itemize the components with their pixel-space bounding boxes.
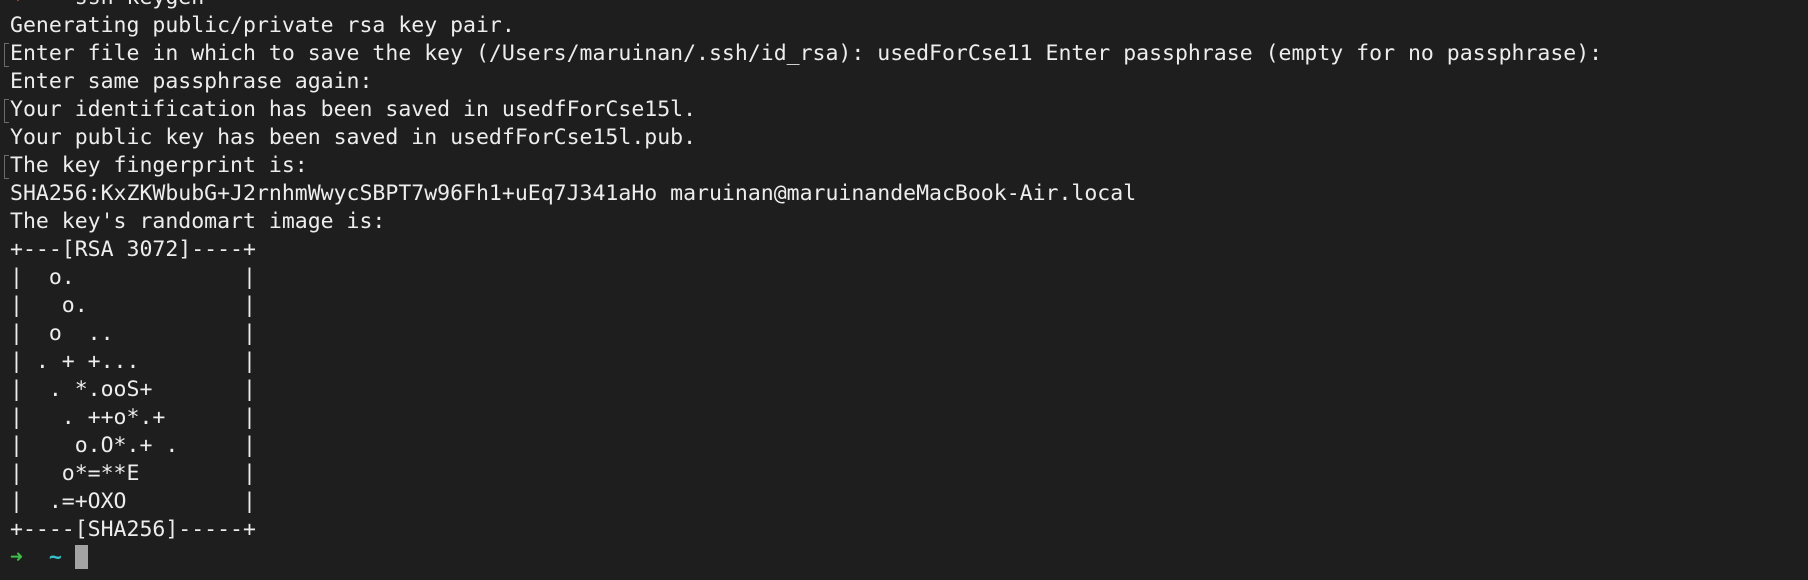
output-line: Enter file in which to save the key (/Us…: [4, 40, 1808, 68]
randomart-line: | o*=**E |: [10, 461, 256, 486]
randomart-line: | o.O*.+ . |: [10, 433, 256, 458]
randomart-line: | .=+OXO |: [10, 489, 256, 514]
prompt-directory: ~: [49, 0, 62, 10]
output-line: Generating public/private rsa key pair.: [10, 13, 515, 38]
output-line: Your identification has been saved in us…: [4, 96, 1808, 124]
output-line: The key fingerprint is:: [4, 152, 1808, 180]
randomart-line: +----[SHA256]-----+: [10, 517, 256, 542]
randomart-line: | . + +... |: [10, 349, 256, 374]
randomart-line: | o. |: [10, 265, 256, 290]
prompt-arrow-icon: ➜: [10, 0, 23, 10]
output-line: Enter same passphrase again:: [10, 69, 373, 94]
randomart-line: | . ++o*.+ |: [10, 405, 256, 430]
terminal-output: ➜ ~ ssh-keygen Generating public/private…: [4, 0, 1808, 572]
output-line: The key's randomart image is:: [10, 209, 386, 234]
fingerprint-line: SHA256:KxZKWbubG+J2rnhmWwycSBPT7w96Fh1+u…: [10, 181, 1137, 206]
randomart-line: +---[RSA 3072]----+: [10, 237, 256, 262]
command-text: ssh-keygen: [75, 0, 204, 10]
randomart-line: | . *.ooS+ |: [10, 377, 256, 402]
active-prompt-line[interactable]: ➜ ~: [10, 544, 1808, 572]
text-cursor[interactable]: [74, 545, 88, 569]
prompt-arrow-icon: ➜: [10, 545, 23, 570]
randomart-line: | o .. |: [10, 321, 256, 346]
prompt-directory: ~: [48, 545, 62, 570]
command-line: ➜ ~ ssh-keygen: [10, 0, 1808, 12]
terminal-window[interactable]: ➜ ~ ssh-keygen Generating public/private…: [0, 0, 1808, 580]
output-line: Your public key has been saved in usedfF…: [10, 125, 697, 150]
randomart-line: | o. |: [10, 293, 256, 318]
